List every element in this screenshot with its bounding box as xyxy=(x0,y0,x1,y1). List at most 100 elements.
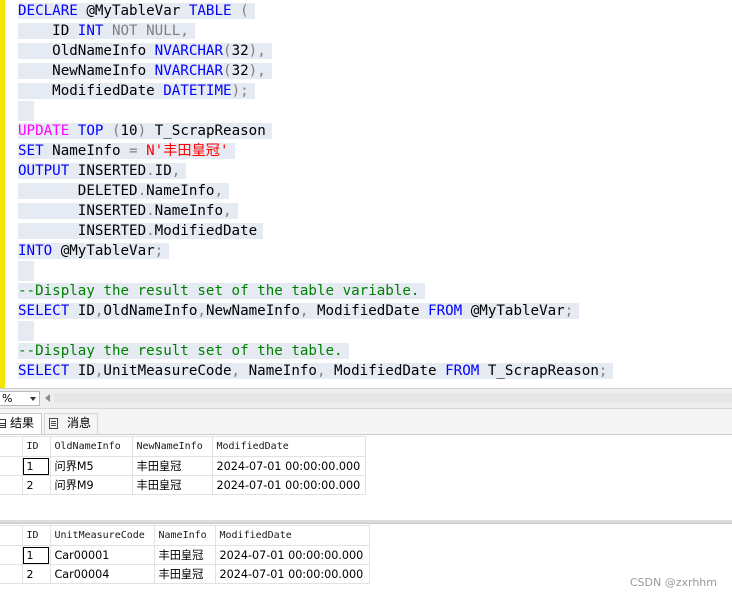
code-line[interactable]: OldNameInfo NVARCHAR(32), xyxy=(18,41,613,61)
code-token: --Display the result set of the table va… xyxy=(18,283,420,299)
tab-results-label: 结果 xyxy=(10,416,35,430)
code-line[interactable]: SELECT ID,UnitMeasureCode, NameInfo, Mod… xyxy=(18,361,614,381)
change-tracking-bar xyxy=(0,0,5,388)
grid-cell[interactable]: Car00004 xyxy=(49,564,155,584)
code-line[interactable]: DELETED.NameInfo, xyxy=(18,181,613,201)
grid-cell[interactable]: 丰田皇冠 xyxy=(131,456,213,476)
code-line[interactable]: SET NameInfo = N'丰田皇冠' xyxy=(18,141,613,161)
code-token: INSERTED xyxy=(18,203,147,219)
code-token: , xyxy=(214,183,224,199)
code-token: ( xyxy=(103,123,121,139)
grid-cell[interactable]: 1 xyxy=(21,545,51,565)
code-line[interactable]: NewNameInfo NVARCHAR(32), xyxy=(18,61,613,81)
sql-editor[interactable]: DECLARE @MyTableVar TABLE ( ID INT NOT N… xyxy=(0,0,732,388)
code-token: ID xyxy=(69,363,95,379)
column-header[interactable]: ModifiedDate xyxy=(214,525,370,546)
grid-cell[interactable]: 丰田皇冠 xyxy=(131,475,213,495)
grid-cell[interactable]: 1 xyxy=(21,456,51,476)
editor-status-strip: % xyxy=(0,388,732,409)
grid-cell[interactable]: 问界M9 xyxy=(49,475,133,495)
code-token: ( xyxy=(223,43,232,59)
code-token: INSERTED xyxy=(69,163,147,179)
tab-results[interactable]: 结果 xyxy=(0,413,42,434)
code-line[interactable] xyxy=(18,101,613,121)
code-line[interactable] xyxy=(18,261,613,281)
code-line-text xyxy=(18,101,34,121)
code-line-text: INTO @MyTableVar; xyxy=(18,243,170,259)
code-token: DECLARE xyxy=(18,3,78,19)
column-header[interactable]: NameInfo xyxy=(153,525,216,546)
code-token: INT xyxy=(77,23,104,39)
code-line-text: INSERTED.NameInfo, xyxy=(18,203,238,219)
grid-cell[interactable]: 丰田皇冠 xyxy=(153,564,216,584)
result-grid-2[interactable]: ID UnitMeasureCode NameInfo ModifiedDate… xyxy=(0,525,370,584)
code-token: . xyxy=(146,223,155,239)
grid-splitter[interactable] xyxy=(0,520,732,524)
code-line[interactable]: SELECT ID,OldNameInfo,NewNameInfo, Modif… xyxy=(18,301,613,321)
code-line-text: SELECT ID,UnitMeasureCode, NameInfo, Mod… xyxy=(18,363,614,379)
horizontal-scrollbar[interactable] xyxy=(54,393,732,403)
code-line[interactable]: --Display the result set of the table. xyxy=(18,341,613,361)
column-header[interactable]: OldNameInfo xyxy=(49,436,133,457)
code-token: 32 xyxy=(231,43,249,59)
scroll-left-arrow-icon[interactable] xyxy=(45,394,50,402)
row-header[interactable] xyxy=(0,475,23,495)
code-line[interactable]: OUTPUT INSERTED.ID, xyxy=(18,161,613,181)
code-token: ModifiedDate xyxy=(18,83,164,99)
table-row[interactable]: 1 Car00001 丰田皇冠 2024-07-01 00:00:00.000 xyxy=(0,545,370,565)
code-line-text: SELECT ID,OldNameInfo,NewNameInfo, Modif… xyxy=(18,303,580,319)
grid-corner[interactable] xyxy=(0,525,23,546)
grid-cell[interactable]: 2024-07-01 00:00:00.000 xyxy=(214,564,370,584)
code-token: 32 xyxy=(231,63,249,79)
code-token: NewNameInfo xyxy=(18,63,155,79)
code-token: NVARCHAR xyxy=(154,63,224,79)
zoom-dropdown[interactable]: % xyxy=(0,391,40,406)
code-token: OldNameInfo xyxy=(103,303,198,319)
column-header[interactable]: ModifiedDate xyxy=(211,436,366,457)
column-header[interactable]: UnitMeasureCode xyxy=(49,525,155,546)
code-token: TABLE xyxy=(188,3,232,19)
code-token: DATETIME xyxy=(163,83,232,99)
column-header[interactable]: ID xyxy=(21,525,51,546)
grid-cell[interactable]: 2024-07-01 00:00:00.000 xyxy=(211,456,366,476)
code-token: ID xyxy=(69,303,95,319)
code-token: ModifiedDate xyxy=(325,363,446,379)
grid-corner[interactable] xyxy=(0,436,23,457)
code-token: INSERTED xyxy=(18,223,147,239)
code-line[interactable]: --Display the result set of the table va… xyxy=(18,281,613,301)
grid-cell[interactable]: 2 xyxy=(21,564,51,584)
code-line[interactable] xyxy=(18,321,613,341)
code-line[interactable]: INSERTED.ModifiedDate xyxy=(18,221,613,241)
row-header[interactable] xyxy=(0,545,23,565)
code-line[interactable]: INSERTED.NameInfo, xyxy=(18,201,613,221)
grid-cell[interactable]: 丰田皇冠 xyxy=(153,545,216,565)
code-token: , xyxy=(231,363,241,379)
code-token: OldNameInfo xyxy=(18,43,155,59)
code-lines[interactable]: DECLARE @MyTableVar TABLE ( ID INT NOT N… xyxy=(18,1,614,381)
code-token: . xyxy=(137,183,147,199)
result-grid-1[interactable]: ID OldNameInfo NewNameInfo ModifiedDate … xyxy=(0,436,366,495)
code-token: UnitMeasureCode xyxy=(103,363,232,379)
table-row[interactable]: 2 Car00004 丰田皇冠 2024-07-01 00:00:00.000 xyxy=(0,564,370,584)
code-token: . xyxy=(146,203,155,219)
code-token: TOP xyxy=(77,123,104,139)
row-header[interactable] xyxy=(0,456,23,476)
code-token: @MyTableVar xyxy=(52,243,155,259)
code-line[interactable]: INTO @MyTableVar; xyxy=(18,241,613,261)
table-row[interactable]: 1 问界M5 丰田皇冠 2024-07-01 00:00:00.000 xyxy=(0,456,366,476)
column-header[interactable]: NewNameInfo xyxy=(131,436,213,457)
grid-cell[interactable]: 2024-07-01 00:00:00.000 xyxy=(214,545,370,565)
row-header[interactable] xyxy=(0,564,23,584)
code-line[interactable]: DECLARE @MyTableVar TABLE ( xyxy=(18,1,613,21)
column-header[interactable]: ID xyxy=(21,436,51,457)
code-line[interactable]: UPDATE TOP (10) T_ScrapReason xyxy=(18,121,613,141)
grid-cell[interactable]: 2024-07-01 00:00:00.000 xyxy=(211,475,366,495)
grid-cell[interactable]: Car00001 xyxy=(49,545,155,565)
grid-cell[interactable]: 问界M5 xyxy=(49,456,133,476)
table-row[interactable]: 2 问界M9 丰田皇冠 2024-07-01 00:00:00.000 xyxy=(0,475,366,495)
tab-messages[interactable]: 消息 xyxy=(44,413,98,434)
code-line[interactable]: ID INT NOT NULL, xyxy=(18,21,613,41)
code-line[interactable]: ModifiedDate DATETIME); xyxy=(18,81,613,101)
grid-cell[interactable]: 2 xyxy=(21,475,51,495)
code-token: NewNameInfo xyxy=(205,303,300,319)
